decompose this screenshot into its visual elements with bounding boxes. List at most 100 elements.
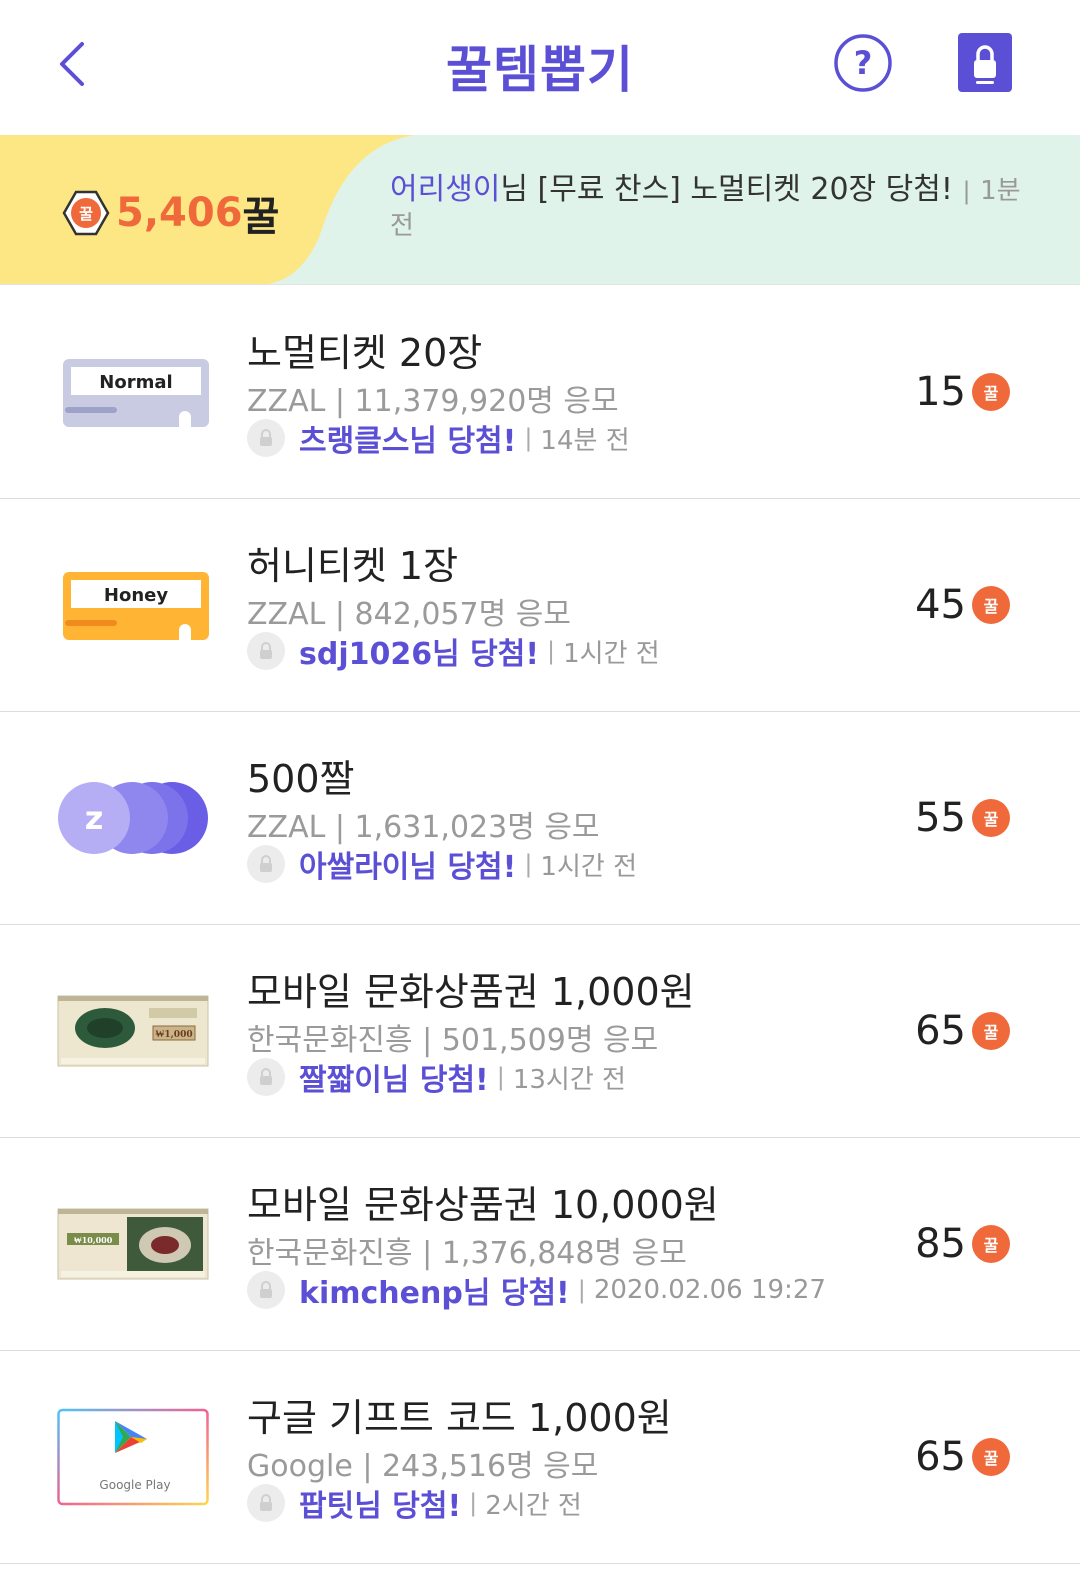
price-value: 55 xyxy=(915,795,966,841)
card-amount: ₩10,000 xyxy=(74,1235,113,1245)
winner-separator: | xyxy=(469,1489,478,1517)
item-subtitle: 한국문화진흥 | 501,509명 응모 xyxy=(247,1023,659,1058)
honey-coin-icon: 꿀 xyxy=(972,1438,1010,1476)
price: 45 꿀 xyxy=(915,582,1010,628)
help-icon-label: ? xyxy=(854,44,873,82)
winner-name: 아쌀라이님 당첨! xyxy=(299,850,517,885)
points-unit: 꿀 xyxy=(242,194,280,240)
winner-name: 츠랭클스님 당첨! xyxy=(299,424,517,459)
avatar xyxy=(247,1058,285,1096)
honey-coin-icon: 꿀 xyxy=(972,799,1010,837)
list-item[interactable]: Google Play 구글 기프트 코드 1,000원 Google | 24… xyxy=(0,1351,1080,1564)
winner-time: 2시간 전 xyxy=(485,1490,582,1521)
winner-name: sdj1026님 당첨! xyxy=(299,637,540,672)
price-value: 45 xyxy=(915,582,966,628)
item-name: 모바일 문화상품권 10,000원 xyxy=(247,1183,719,1227)
winner-info: 팝팃님 당첨! | 2시간 전 xyxy=(247,1483,582,1524)
item-subtitle: ZZAL | 842,057명 응모 xyxy=(247,597,571,632)
card-amount: ₩1,000 xyxy=(155,1030,192,1040)
price-value: 65 xyxy=(915,1008,966,1054)
list-item[interactable]: ₩1,000 모바일 문화상품권 1,000원 한국문화진흥 | 501,509… xyxy=(0,925,1080,1138)
honey-coin-icon: 꿀 xyxy=(972,1012,1010,1050)
honey-badge-label: 꿀 xyxy=(79,205,93,223)
price: 55 꿀 xyxy=(915,795,1010,841)
list-item[interactable]: Honey 허니티켓 1장 ZZAL | 842,057명 응모 sdj1026… xyxy=(0,499,1080,712)
lock-avatar-icon xyxy=(260,429,272,446)
winner-info: 츠랭클스님 당첨! | 14분 전 xyxy=(247,418,630,459)
item-name: 노멀티켓 20장 xyxy=(247,331,483,375)
avatar xyxy=(247,845,285,883)
lock-button[interactable] xyxy=(958,33,1012,92)
item-subtitle: ZZAL | 11,379,920명 응모 xyxy=(247,384,619,419)
google-play-card-icon: Google Play xyxy=(57,1408,209,1506)
winner-time: 1시간 전 xyxy=(563,638,660,669)
lock-avatar-icon xyxy=(260,1494,272,1511)
points-value: 5,406 xyxy=(116,190,243,236)
winner-separator: | xyxy=(524,850,533,878)
item-name: 구글 기프트 코드 1,000원 xyxy=(247,1396,672,1440)
price: 15 꿀 xyxy=(915,369,1010,415)
lock-icon xyxy=(974,45,996,84)
winner-separator: | xyxy=(524,424,533,452)
price: 65 꿀 xyxy=(915,1008,1010,1054)
gift-card-icon: ₩1,000 xyxy=(57,995,209,1067)
winner-time: 1시간 전 xyxy=(540,851,637,882)
winner-separator: | xyxy=(577,1276,586,1304)
winner-info: 아쌀라이님 당첨! | 1시간 전 xyxy=(247,844,637,885)
winner-time: 13시간 전 xyxy=(512,1064,626,1095)
winner-name: 짤짧이님 당첨! xyxy=(299,1063,489,1098)
ticker-text: 님 [무료 찬스] 노멀티켓 20장 당첨! xyxy=(500,172,953,207)
zzal-coins-icon: z xyxy=(58,782,208,854)
item-subtitle: ZZAL | 1,631,023명 응모 xyxy=(247,810,600,845)
winner-time: 14분 전 xyxy=(540,425,630,456)
honey-coin-icon: 꿀 xyxy=(972,586,1010,624)
gift-card-icon: ₩10,000 xyxy=(57,1208,209,1280)
lock-avatar-icon xyxy=(260,855,272,872)
winner-name: 팝팃님 당첨! xyxy=(299,1489,462,1524)
winner-ticker: 어리생이님 [무료 찬스] 노멀티켓 20장 당첨! | 1분 전 xyxy=(390,173,1040,243)
points-balance: 꿀 5,406 꿀 xyxy=(62,183,279,243)
ticker-user: 어리생이 xyxy=(390,172,501,207)
winner-time: 2020.02.06 19:27 xyxy=(593,1275,826,1305)
coin-letter: z xyxy=(85,799,104,837)
help-icon[interactable]: ? xyxy=(833,33,893,93)
item-name: 500짤 xyxy=(247,757,355,801)
avatar xyxy=(247,419,285,457)
google-play-wordmark: Google Play xyxy=(99,1478,170,1492)
price: 65 꿀 xyxy=(915,1434,1010,1480)
avatar xyxy=(247,1484,285,1522)
list-item[interactable]: Normal 노멀티켓 20장 ZZAL | 11,379,920명 응모 츠랭… xyxy=(0,286,1080,499)
honey-badge-icon: 꿀 xyxy=(62,190,110,236)
winner-separator: | xyxy=(547,637,556,665)
price-value: 65 xyxy=(915,1434,966,1480)
list-item[interactable]: ₩10,000 모바일 문화상품권 10,000원 한국문화진흥 | 1,376… xyxy=(0,1138,1080,1351)
honey-coin-icon: 꿀 xyxy=(972,1225,1010,1263)
item-name: 허니티켓 1장 xyxy=(247,544,459,588)
honey-coin-icon: 꿀 xyxy=(972,373,1010,411)
lock-avatar-icon xyxy=(260,642,272,659)
list-item[interactable]: z 500짤 ZZAL | 1,631,023명 응모 아쌀라이님 당첨! | … xyxy=(0,712,1080,925)
page-title: 꿀템뽑기 xyxy=(446,41,634,99)
price-value: 85 xyxy=(915,1221,966,1267)
ticket-label: Normal xyxy=(99,372,172,393)
winner-info: sdj1026님 당첨! | 1시간 전 xyxy=(247,631,660,672)
points-banner: 꿀 5,406 꿀 어리생이님 [무료 찬스] 노멀티켓 20장 당첨! | 1… xyxy=(0,135,1080,285)
item-subtitle: Google | 243,516명 응모 xyxy=(247,1449,599,1484)
winner-info: 짤짧이님 당첨! | 13시간 전 xyxy=(247,1057,626,1098)
price: 85 꿀 xyxy=(915,1221,1010,1267)
price-value: 15 xyxy=(915,369,966,415)
prize-list: Normal 노멀티켓 20장 ZZAL | 11,379,920명 응모 츠랭… xyxy=(0,286,1080,1564)
ticker-separator: | xyxy=(962,177,971,205)
lock-avatar-icon xyxy=(260,1068,272,1085)
honey-ticket-icon: Honey xyxy=(63,572,209,640)
avatar xyxy=(247,1271,285,1309)
lock-avatar-icon xyxy=(260,1281,272,1298)
winner-info: kimchenp님 당첨! | 2020.02.06 19:27 xyxy=(247,1270,826,1311)
item-subtitle: 한국문화진흥 | 1,376,848명 응모 xyxy=(247,1236,687,1271)
avatar xyxy=(247,632,285,670)
ticket-label: Honey xyxy=(104,585,168,606)
item-name: 모바일 문화상품권 1,000원 xyxy=(247,970,695,1014)
winner-separator: | xyxy=(496,1063,505,1091)
app-header: 꿀템뽑기 ? xyxy=(0,0,1080,135)
normal-ticket-icon: Normal xyxy=(63,359,209,427)
